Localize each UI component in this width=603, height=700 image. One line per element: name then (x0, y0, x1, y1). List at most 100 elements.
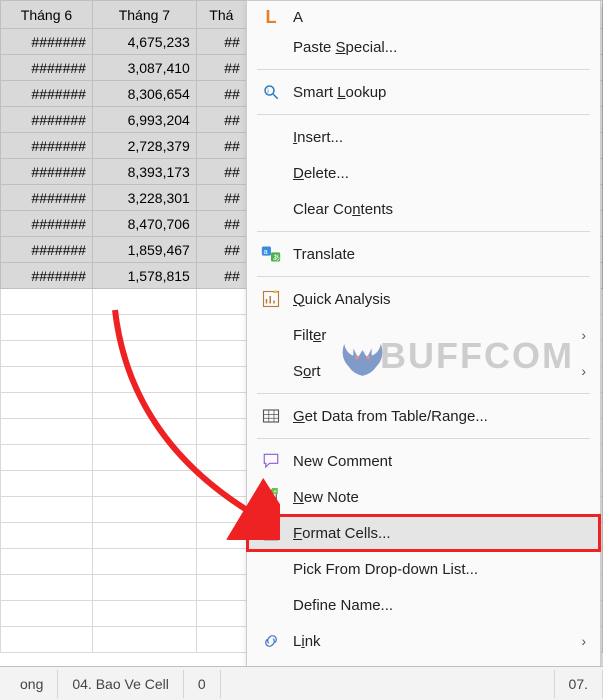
blank-icon (255, 587, 287, 623)
cell-blank[interactable] (92, 393, 196, 419)
col-header[interactable]: Tháng 6 (1, 1, 93, 29)
cell-blank[interactable] (92, 575, 196, 601)
menu-smart-lookup[interactable]: i Smart Lookup (247, 74, 600, 110)
cell[interactable]: ####### (1, 185, 93, 211)
cell[interactable]: 1,859,467 (92, 237, 196, 263)
cell[interactable]: ## (196, 81, 246, 107)
menu-translate[interactable]: aあ Translate (247, 236, 600, 272)
cell-blank[interactable] (1, 471, 93, 497)
cell[interactable]: 4,675,233 (92, 29, 196, 55)
cell-blank[interactable] (1, 601, 93, 627)
menu-link[interactable]: Link › (247, 623, 600, 659)
remnant-label: A (293, 9, 586, 26)
cell[interactable]: ####### (1, 29, 93, 55)
cell-blank[interactable] (1, 575, 93, 601)
col-header[interactable]: Tháng 7 (92, 1, 196, 29)
menu-pick-list[interactable]: Pick From Drop-down List... (247, 551, 600, 587)
cell-blank[interactable] (92, 497, 196, 523)
cell-blank[interactable] (92, 601, 196, 627)
menu-label: New Comment (293, 453, 586, 470)
cell-blank[interactable] (1, 523, 93, 549)
cell[interactable]: ####### (1, 263, 93, 289)
cell-blank[interactable] (92, 445, 196, 471)
cell[interactable]: ####### (1, 159, 93, 185)
cell-blank[interactable] (196, 289, 246, 315)
cell[interactable]: ## (196, 29, 246, 55)
cell-blank[interactable] (92, 471, 196, 497)
cell-blank[interactable] (196, 393, 246, 419)
menu-new-comment[interactable]: New Comment (247, 443, 600, 479)
sheet-tab[interactable]: 0 (184, 670, 221, 698)
cell-blank[interactable] (92, 289, 196, 315)
cell-blank[interactable] (1, 497, 93, 523)
cell[interactable]: ####### (1, 237, 93, 263)
cell-blank[interactable] (196, 627, 246, 653)
cell[interactable]: ## (196, 55, 246, 81)
cell-blank[interactable] (196, 575, 246, 601)
cell[interactable]: 1,578,815 (92, 263, 196, 289)
cell-blank[interactable] (1, 627, 93, 653)
cell-blank[interactable] (1, 315, 93, 341)
cell-blank[interactable] (196, 523, 246, 549)
cell-blank[interactable] (1, 445, 93, 471)
cell-blank[interactable] (92, 549, 196, 575)
cell[interactable]: ## (196, 159, 246, 185)
cell[interactable]: ## (196, 133, 246, 159)
cell[interactable]: ## (196, 185, 246, 211)
menu-get-data[interactable]: Get Data from Table/Range... (247, 398, 600, 434)
cell[interactable]: ## (196, 107, 246, 133)
blank-icon (255, 353, 287, 389)
cell[interactable]: 8,470,706 (92, 211, 196, 237)
cell-blank[interactable] (1, 341, 93, 367)
sheet-tab-bar[interactable]: ong 04. Bao Ve Cell 0 07. (0, 666, 603, 700)
cell-blank[interactable] (196, 497, 246, 523)
cell[interactable]: 8,393,173 (92, 159, 196, 185)
cell-blank[interactable] (92, 523, 196, 549)
cell-blank[interactable] (1, 549, 93, 575)
cell-blank[interactable] (196, 445, 246, 471)
menu-new-note[interactable]: + New Note (247, 479, 600, 515)
menu-label: Smart Lookup (293, 84, 586, 101)
menu-format-cells[interactable]: Format Cells... (247, 515, 600, 551)
cell[interactable]: ####### (1, 81, 93, 107)
sheet-tab[interactable]: 07. (554, 670, 603, 698)
cell-blank[interactable] (196, 601, 246, 627)
menu-insert[interactable]: Insert... (247, 119, 600, 155)
menu-quick-analysis[interactable]: Quick Analysis (247, 281, 600, 317)
cell-blank[interactable] (196, 549, 246, 575)
sheet-tab[interactable]: ong (6, 670, 58, 698)
cell[interactable]: ## (196, 263, 246, 289)
cell[interactable]: 3,228,301 (92, 185, 196, 211)
cell-blank[interactable] (1, 393, 93, 419)
cell-blank[interactable] (1, 289, 93, 315)
cell-blank[interactable] (1, 367, 93, 393)
cell[interactable]: ## (196, 237, 246, 263)
cell[interactable]: ####### (1, 55, 93, 81)
cell-blank[interactable] (1, 419, 93, 445)
cell[interactable]: 3,087,410 (92, 55, 196, 81)
cell[interactable]: ####### (1, 133, 93, 159)
cell[interactable]: ####### (1, 107, 93, 133)
menu-paste-special[interactable]: Paste Special... (247, 29, 600, 65)
cell[interactable]: ## (196, 211, 246, 237)
cell-blank[interactable] (196, 419, 246, 445)
cell[interactable]: 2,728,379 (92, 133, 196, 159)
cell-blank[interactable] (196, 367, 246, 393)
menu-clear-contents[interactable]: Clear Contents (247, 191, 600, 227)
cell-blank[interactable] (196, 315, 246, 341)
cell-blank[interactable] (92, 367, 196, 393)
col-header[interactable]: Thá (196, 1, 246, 29)
cell-blank[interactable] (196, 471, 246, 497)
cell[interactable]: 8,306,654 (92, 81, 196, 107)
menu-delete[interactable]: Delete... (247, 155, 600, 191)
cell-blank[interactable] (92, 341, 196, 367)
cell-blank[interactable] (92, 315, 196, 341)
cell[interactable]: 6,993,204 (92, 107, 196, 133)
sheet-tab[interactable]: 04. Bao Ve Cell (58, 670, 184, 698)
cell-blank[interactable] (92, 627, 196, 653)
menu-define-name[interactable]: Define Name... (247, 587, 600, 623)
submenu-arrow-icon: › (572, 633, 586, 649)
cell-blank[interactable] (92, 419, 196, 445)
cell[interactable]: ####### (1, 211, 93, 237)
cell-blank[interactable] (196, 341, 246, 367)
